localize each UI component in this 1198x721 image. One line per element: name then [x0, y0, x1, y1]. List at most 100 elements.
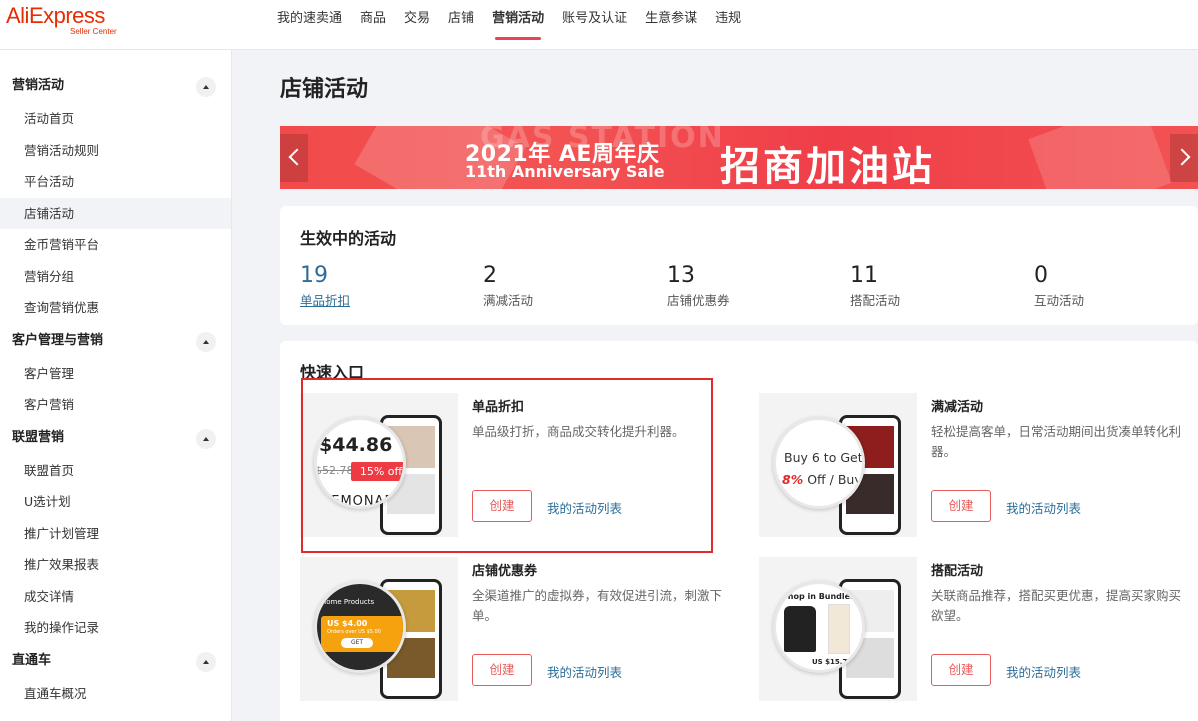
create-button[interactable]: 创建 — [931, 654, 991, 686]
aliexpress-logo[interactable]: AliExpress Seller Center — [6, 3, 126, 43]
my-campaign-list-link[interactable]: 我的活动列表 — [1006, 498, 1081, 517]
logo-brand: AliExpress — [6, 3, 105, 28]
entry-desc: 轻松提高客单，日常活动期间出货凑单转化利器。 — [931, 424, 1182, 459]
create-button[interactable]: 创建 — [472, 654, 532, 686]
nav-marketing[interactable]: 营销活动 — [483, 0, 553, 50]
bundle-badge-image: Shop in Bundles US $15.70 — [773, 581, 865, 673]
entry-store-coupon: Home Products US $4.00 Orders over US $5… — [300, 557, 722, 707]
logo-subtitle: Seller Center — [70, 27, 117, 36]
sidebar-item-ads-overview[interactable]: 直通车概况 — [0, 678, 231, 710]
nav-business-advisor[interactable]: 生意参谋 — [636, 0, 706, 50]
sidebar-group-ads[interactable]: 直通车 — [0, 644, 231, 678]
sidebar-group-customers[interactable]: 客户管理与营销 — [0, 324, 231, 358]
entry-desc: 全渠道推广的虚拟券，有效促进引流，刺激下单。 — [472, 588, 723, 623]
stat-value[interactable]: 19 — [300, 263, 350, 288]
sidebar-item-store-campaigns[interactable]: 店铺活动 — [0, 197, 231, 229]
stat-value: 0 — [1034, 263, 1048, 288]
active-campaigns-card: 生效中的活动 19 单品折扣 2 满减活动 13 店铺优惠券 11 搭配活动 0… — [280, 206, 1198, 325]
sidebar-group-marketing[interactable]: 营销活动 — [0, 69, 231, 103]
thumb-tabs: Home Products — [321, 598, 375, 606]
chevron-up-icon[interactable] — [196, 77, 216, 97]
nav-store[interactable]: 店铺 — [439, 0, 483, 50]
thumb-image: Shop in Bundles US $15.70 — [759, 557, 917, 701]
thumb-coupon-get: GET — [341, 638, 373, 648]
nav-violations[interactable]: 违规 — [706, 0, 750, 50]
thumb-bundle-total: US $15.70 — [812, 658, 853, 666]
nav-products[interactable]: 商品 — [351, 0, 395, 50]
stat-full-reduction: 2 满减活动 — [483, 263, 533, 309]
thumb-image: Home Products US $4.00 Orders over US $5… — [300, 557, 458, 701]
stat-store-coupons: 13 店铺优惠券 — [667, 263, 730, 309]
stat-bundles: 11 搭配活动 — [850, 263, 900, 309]
stat-value: 11 — [850, 263, 878, 288]
thumb-coupon-condition: Orders over US $5.00 — [327, 629, 381, 635]
stat-value: 13 — [667, 263, 695, 288]
sidebar-item-affiliate-home[interactable]: 联盟首页 — [0, 455, 231, 487]
stat-value: 2 — [483, 263, 497, 288]
sidebar-item-query-discounts[interactable]: 查询营销优惠 — [0, 292, 231, 324]
stat-label: 店铺优惠券 — [667, 293, 730, 308]
stat-label[interactable]: 单品折扣 — [300, 290, 350, 309]
sidebar-item-coin-marketing[interactable]: 金币营销平台 — [0, 229, 231, 261]
chevron-right-icon[interactable] — [1170, 134, 1198, 182]
shirt-image — [784, 606, 816, 652]
sidebar-item-marketing-groups[interactable]: 营销分组 — [0, 261, 231, 293]
sidebar-item-customer-management[interactable]: 客户管理 — [0, 358, 231, 390]
full-reduction-badge-image: Buy 6 to Get 8% Off / Buy — [773, 417, 865, 509]
sidebar-item-campaign-home[interactable]: 活动首页 — [0, 103, 231, 135]
highlight-box — [301, 378, 713, 553]
sidebar-group-affiliate[interactable]: 联盟营销 — [0, 421, 231, 455]
entry-desc: 关联商品推荐，搭配买更优惠，提高买家购买欲望。 — [931, 588, 1182, 623]
sidebar-item-platform-campaigns[interactable]: 平台活动 — [0, 166, 231, 198]
page-title: 店铺活动 — [280, 77, 369, 102]
stat-label: 搭配活动 — [850, 293, 901, 308]
section-title: 生效中的活动 — [300, 229, 397, 248]
sidebar-group-label: 营销活动 — [12, 78, 65, 93]
chevron-left-icon[interactable] — [280, 134, 308, 182]
top-header: AliExpress Seller Center 我的速卖通 商品 交易 店铺 … — [0, 0, 1198, 50]
stat-single-discount[interactable]: 19 单品折扣 — [300, 263, 350, 309]
stat-label: 满减活动 — [483, 293, 534, 308]
chevron-up-icon[interactable] — [196, 331, 216, 352]
my-campaign-list-link[interactable]: 我的活动列表 — [547, 662, 622, 681]
my-campaign-list-link[interactable]: 我的活动列表 — [1006, 662, 1081, 681]
pants-image — [828, 604, 850, 654]
sidebar-group-label: 直通车 — [12, 652, 52, 668]
promo-banner[interactable]: GAS STATION 2021年 AE周年庆 11th Anniversary… — [280, 126, 1198, 189]
coupon-badge-image: Home Products US $4.00 Orders over US $5… — [314, 581, 406, 673]
thumb-coupon: US $4.00 Orders over US $5.00 GET — [321, 616, 403, 652]
entry-name: 满减活动 — [931, 400, 984, 415]
thumb-image: Buy 6 to Get 8% Off / Buy — [759, 393, 917, 537]
nav-home[interactable]: 我的速卖通 — [268, 0, 351, 50]
nav-account[interactable]: 账号及认证 — [553, 0, 636, 50]
sidebar-item-promo-reports[interactable]: 推广效果报表 — [0, 549, 231, 581]
stat-label: 互动活动 — [1034, 293, 1085, 308]
banner-headline: 招商加油站 — [720, 144, 935, 189]
sidebar-item-promo-plans[interactable]: 推广计划管理 — [0, 518, 231, 550]
sidebar-item-u-select[interactable]: U选计划 — [0, 486, 231, 518]
thumb-text: 8% Off / Buy — [782, 472, 862, 487]
nav-orders[interactable]: 交易 — [395, 0, 439, 50]
sidebar-item-operation-log[interactable]: 我的操作记录 — [0, 612, 231, 644]
create-button[interactable]: 创建 — [931, 490, 991, 522]
thumb-coupon-value: US $4.00 — [327, 619, 368, 628]
entry-bundles: Shop in Bundles US $15.70 搭配活动 关联商品推荐，搭配… — [759, 557, 1181, 707]
main-nav: 我的速卖通 商品 交易 店铺 营销活动 账号及认证 生意参谋 违规 — [268, 0, 750, 50]
entry-full-reduction: Buy 6 to Get 8% Off / Buy 满减活动 轻松提高客单，日常… — [759, 393, 1181, 543]
entry-name: 店铺优惠券 — [472, 564, 538, 579]
sidebar-item-campaign-rules[interactable]: 营销活动规则 — [0, 135, 231, 167]
sidebar-item-customer-marketing[interactable]: 客户营销 — [0, 389, 231, 421]
thumb-text: Off / Buy — [807, 472, 862, 487]
chevron-up-icon[interactable] — [196, 428, 216, 449]
sidebar-item-deal-details[interactable]: 成交详情 — [0, 581, 231, 613]
sidebar-group-label: 联盟营销 — [12, 429, 65, 445]
thumb-bundle-title: Shop in Bundles — [782, 592, 855, 601]
entry-name: 搭配活动 — [931, 564, 984, 579]
thumb-text: Buy 6 to Get — [784, 450, 863, 465]
sidebar-group-label: 客户管理与营销 — [12, 332, 104, 348]
sidebar: 营销活动 活动首页 营销活动规则 平台活动 店铺活动 金币营销平台 营销分组 查… — [0, 50, 232, 721]
banner-decor — [1028, 126, 1172, 189]
chevron-up-icon[interactable] — [196, 651, 216, 672]
thumb-percent: 8% — [782, 472, 804, 487]
stat-interactive: 0 互动活动 — [1034, 263, 1084, 309]
